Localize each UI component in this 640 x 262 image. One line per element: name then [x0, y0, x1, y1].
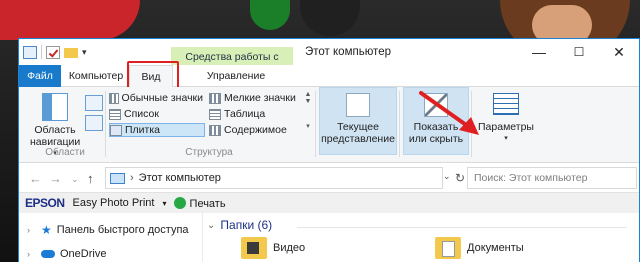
address-field[interactable]: › Этот компьютер: [105, 167, 443, 189]
large-icons-icon: [109, 92, 119, 104]
documents-folder-icon: [435, 237, 461, 259]
minimize-button[interactable]: —: [519, 39, 559, 65]
content-pane: ⌄ Папки (6) Видео Документы: [203, 213, 639, 262]
layout-item-label: Таблица: [224, 108, 266, 120]
star-icon: ★: [41, 223, 52, 237]
search-input[interactable]: Поиск: Этот компьютер: [467, 167, 637, 189]
explorer-window: ▾ Средства работы с дисками Этот компьют…: [18, 38, 640, 262]
layout-gallery: Обычные значки Мелкие значки Список Табл…: [109, 91, 309, 145]
content-icon: [209, 124, 221, 136]
address-bar: ← → ⌄ ↑ › Этот компьютер ⌄ ↻ Поиск: Этот…: [19, 163, 639, 193]
video-folder-icon: [241, 237, 267, 259]
group-label-panes: Области: [45, 147, 85, 158]
up-arrow-icon[interactable]: ↑: [87, 171, 94, 186]
preview-pane-icon[interactable]: [85, 95, 103, 111]
print-button[interactable]: Печать: [174, 196, 226, 210]
breadcrumb: Этот компьютер: [138, 172, 221, 184]
tab-computer[interactable]: Компьютер: [65, 65, 127, 87]
new-folder-icon[interactable]: [64, 48, 78, 58]
navigation-pane: › ★ Панель быстрого доступа › OneDrive: [19, 213, 203, 262]
print-icon: [174, 196, 187, 209]
group-divider: [315, 91, 316, 157]
layout-item-label: Обычные значки: [121, 92, 203, 104]
group-divider: [105, 91, 106, 157]
layout-list[interactable]: Список: [109, 107, 203, 121]
layout-item-label: Содержимое: [224, 124, 287, 136]
refresh-icon[interactable]: ↻: [455, 171, 465, 185]
layout-item-label: Плитка: [125, 124, 161, 136]
options-label: Параметры: [478, 121, 534, 133]
ribbon-tabs: Файл Компьютер Вид Управление: [19, 65, 639, 87]
window-title: Этот компьютер: [305, 46, 391, 58]
chevron-down-icon: ▾: [504, 135, 508, 142]
details-icon: [209, 108, 221, 120]
easy-photo-print-button[interactable]: Easy Photo Print: [73, 197, 155, 209]
folder-tile-video[interactable]: Видео: [241, 237, 305, 259]
current-view-label: Текущее представление: [321, 121, 395, 145]
layout-item-label: Список: [124, 108, 159, 120]
nav-item-label: OneDrive: [60, 248, 107, 260]
tab-file[interactable]: Файл: [19, 65, 61, 87]
nav-item-onedrive[interactable]: › OneDrive: [19, 243, 106, 262]
list-icon: [109, 108, 121, 120]
layout-content[interactable]: Содержимое: [209, 123, 305, 137]
layout-large-icons[interactable]: Обычные значки: [109, 91, 203, 105]
group-divider: [399, 91, 400, 157]
options-button[interactable]: Параметры ▾: [475, 93, 537, 145]
folder-name: Документы: [467, 242, 524, 254]
expand-chevron-icon[interactable]: ›: [27, 249, 36, 259]
chevron-down-icon[interactable]: ▾: [162, 199, 166, 208]
annotation-arrow: [419, 91, 479, 135]
navigation-pane-icon: [42, 93, 68, 121]
navigation-pane-label: Область навигации: [30, 124, 81, 148]
layout-item-label: Мелкие значки: [224, 92, 296, 104]
expand-chevron-icon[interactable]: ›: [27, 225, 36, 235]
chevron-down-icon: ⌄: [207, 219, 216, 231]
epson-toolbar: EPSON Easy Photo Print ▾ Печать: [19, 193, 639, 213]
computer-icon[interactable]: [23, 45, 37, 59]
tab-manage[interactable]: Управление: [195, 65, 277, 87]
layout-details[interactable]: Таблица: [209, 107, 305, 121]
title-bar: ▾ Средства работы с дисками Этот компьют…: [19, 39, 639, 83]
cloud-icon: [41, 250, 55, 258]
epson-logo: EPSON: [25, 196, 65, 210]
group-divider: [297, 227, 627, 228]
nav-item-label: Панель быстрого доступа: [56, 224, 189, 236]
tiles-icon: [110, 124, 122, 136]
nav-item-quick-access[interactable]: › ★ Панель быстрого доступа: [19, 219, 189, 241]
recent-locations-icon[interactable]: ⌄: [71, 174, 79, 185]
current-view-icon: [346, 93, 370, 117]
close-button[interactable]: ✕: [599, 39, 639, 65]
details-pane-icon[interactable]: [85, 115, 103, 131]
gallery-scroll-up[interactable]: ▲ ▼: [303, 91, 313, 113]
gallery-expand[interactable]: ▾: [303, 123, 313, 145]
small-icons-icon: [209, 92, 221, 104]
disk-tools-context-tab: Средства работы с дисками: [171, 47, 293, 83]
layout-tiles[interactable]: Плитка: [109, 123, 205, 137]
back-arrow-icon[interactable]: ←: [29, 171, 42, 186]
group-label-layout: Структура: [185, 147, 233, 158]
layout-small-icons[interactable]: Мелкие значки: [209, 91, 305, 105]
customize-toolbar-dropdown[interactable]: ▾: [82, 47, 87, 58]
options-icon: [493, 93, 519, 115]
toolbar-separator: [41, 45, 42, 59]
current-view-button[interactable]: Текущее представление: [321, 93, 395, 145]
wallpaper-shape: [0, 0, 140, 40]
quick-access-toolbar: ▾: [23, 44, 87, 60]
forward-arrow-icon[interactable]: →: [49, 171, 62, 186]
folder-name: Видео: [273, 242, 306, 254]
computer-icon: [110, 172, 125, 184]
folders-group-header[interactable]: ⌄ Папки (6): [207, 218, 272, 232]
properties-icon[interactable]: [46, 45, 60, 59]
breadcrumb-chevron-icon: ›: [130, 172, 134, 184]
address-dropdown-icon[interactable]: ⌄: [443, 171, 451, 182]
group-title: Папки (6): [220, 218, 273, 232]
folder-tile-documents[interactable]: Документы: [435, 237, 524, 259]
search-placeholder: Поиск: Этот компьютер: [474, 172, 588, 184]
maximize-button[interactable]: ☐: [559, 39, 599, 65]
print-label: Печать: [189, 197, 226, 210]
ribbon-panel: Область навигации ▾ Области Обычные знач…: [19, 87, 639, 163]
